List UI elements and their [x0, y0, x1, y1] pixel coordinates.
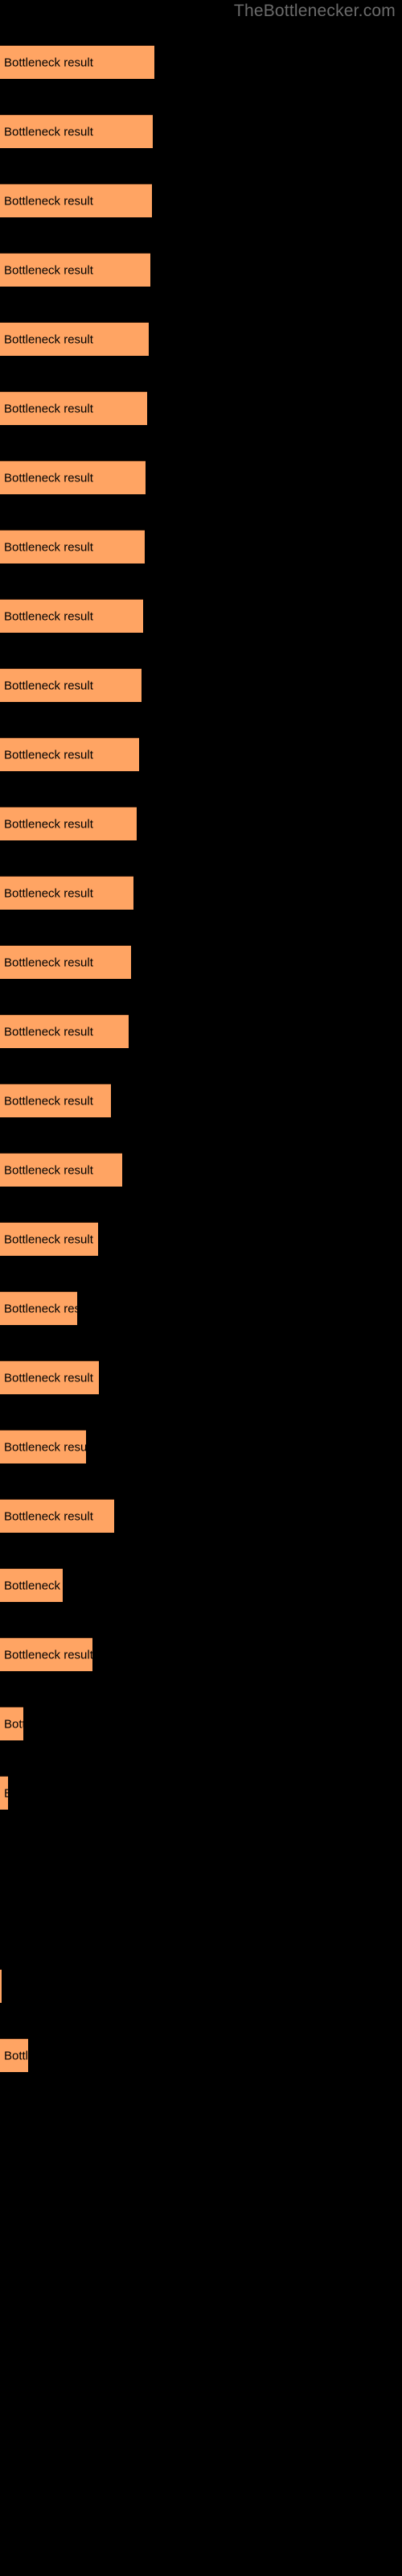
bar-label: Bottleneck result — [4, 1094, 93, 1108]
bar-label: Bottleneck result — [4, 1717, 23, 1731]
bar-label: Bottleneck result — [4, 1025, 93, 1038]
bar-6[interactable]: Bottleneck result — [0, 391, 147, 425]
bar-26[interactable]: Bottleneck result — [0, 1776, 8, 1810]
bar-13[interactable]: Bottleneck result — [0, 876, 133, 910]
bar-label: Bottleneck result — [4, 609, 93, 623]
bar-3[interactable]: Bottleneck result — [0, 184, 152, 217]
bar-4[interactable]: Bottleneck result — [0, 253, 150, 287]
bar-label: Bottleneck result — [4, 263, 93, 277]
bar-24[interactable]: Bottleneck result — [0, 1637, 92, 1671]
bar-12[interactable]: Bottleneck result — [0, 807, 137, 840]
bar-label: Bottleneck result — [4, 886, 93, 900]
bar-1[interactable]: Bottleneck result — [0, 45, 154, 79]
bar-5[interactable]: Bottleneck result — [0, 322, 149, 356]
bar-15[interactable]: Bottleneck result — [0, 1014, 129, 1048]
bar-label: Bottleneck result — [4, 56, 93, 69]
bar-8[interactable]: Bottleneck result — [0, 530, 145, 564]
bar-label: Bottleneck result — [4, 194, 93, 208]
bar-label: Bottleneck result — [4, 1163, 93, 1177]
bar-label: Bottleneck result — [4, 817, 93, 831]
bar-label: Bottleneck result — [4, 402, 93, 415]
bar-label: Bottleneck result — [4, 1787, 8, 1799]
bar-17[interactable]: Bottleneck result — [0, 1153, 122, 1187]
bar-label: Bottleneck result — [4, 125, 93, 138]
bar-11[interactable]: Bottleneck result — [0, 737, 139, 771]
bar-2[interactable]: Bottleneck result — [0, 114, 153, 148]
bar-series-layer: Bottleneck result Bottleneck result Bottle… — [0, 0, 402, 2576]
bar-label: Bottleneck result — [4, 748, 93, 762]
bar-label: Bottleneck result — [4, 1648, 92, 1662]
bar-label: Bottleneck result — [4, 540, 93, 554]
bar-29[interactable] — [0, 1969, 2, 2003]
bar-30[interactable]: Bottleneck result — [0, 2038, 28, 2072]
bar-7[interactable]: Bottleneck result — [0, 460, 146, 494]
bar-label: Bottleneck result — [4, 2049, 28, 2062]
bar-14[interactable]: Bottleneck result — [0, 945, 131, 979]
bar-10[interactable]: Bottleneck result — [0, 668, 142, 702]
bar-20[interactable]: Bottleneck result — [0, 1360, 99, 1394]
bar-label: Bottleneck result — [4, 1371, 93, 1385]
bar-label: Bottleneck result — [4, 1302, 77, 1315]
bar-label: Bottleneck result — [4, 679, 93, 692]
bar-label: Bottleneck result — [4, 1579, 63, 1592]
bottleneck-bar-chart: TheBottlenecker.com Bottleneck result Bot… — [0, 0, 402, 2576]
bar-label: Bottleneck result — [4, 1509, 93, 1523]
bar-label: Bottleneck result — [4, 332, 93, 346]
bar-21[interactable]: Bottleneck result — [0, 1430, 86, 1463]
bar-9[interactable]: Bottleneck result — [0, 599, 143, 633]
bar-16[interactable]: Bottleneck result — [0, 1084, 111, 1117]
bar-19[interactable]: Bottleneck result — [0, 1291, 77, 1325]
bar-label: Bottleneck result — [4, 471, 93, 485]
bar-22[interactable]: Bottleneck result — [0, 1499, 114, 1533]
bar-label: Bottleneck result — [4, 1440, 86, 1454]
bar-label: Bottleneck result — [4, 956, 93, 969]
bar-23[interactable]: Bottleneck result — [0, 1568, 63, 1602]
bar-label: Bottleneck result — [4, 1232, 93, 1246]
bar-18[interactable]: Bottleneck result — [0, 1222, 98, 1256]
bar-25[interactable]: Bottleneck result — [0, 1707, 23, 1740]
